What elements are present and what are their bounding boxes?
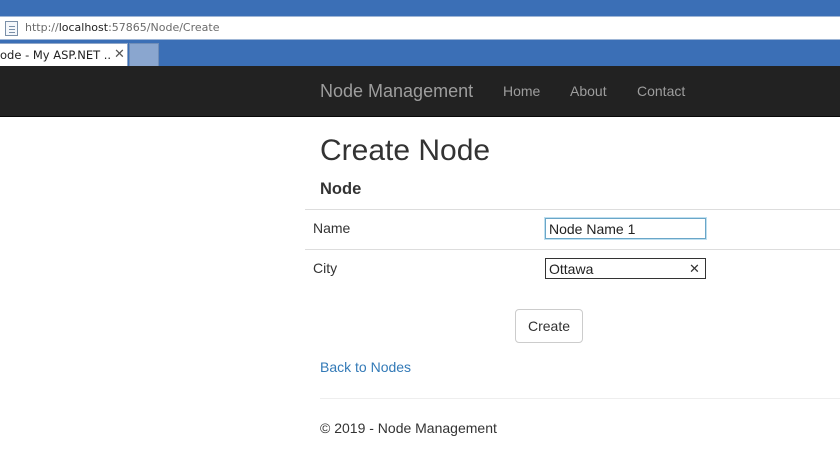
divider — [305, 249, 840, 250]
divider — [305, 209, 840, 210]
url-path: :57865/Node/Create — [108, 21, 220, 34]
navbar: Node Management Home About Contact — [0, 66, 840, 117]
new-tab-button[interactable] — [129, 43, 159, 66]
name-input[interactable] — [545, 218, 706, 239]
address-bar[interactable]: http://localhost:57865/Node/Create — [0, 16, 840, 40]
tab-title: ode - My ASP.NET ... — [0, 48, 110, 62]
city-input[interactable] — [545, 258, 706, 279]
section-title: Node — [320, 180, 362, 198]
navbar-brand[interactable]: Node Management — [320, 81, 473, 102]
footer-text: © 2019 - Node Management — [320, 420, 497, 436]
name-label: Name — [313, 220, 351, 236]
browser-tab[interactable]: ode - My ASP.NET ... ✕ — [0, 43, 128, 66]
page-title: Create Node — [320, 134, 491, 167]
create-button[interactable]: Create — [515, 309, 583, 343]
page-icon — [5, 21, 18, 36]
clear-input-icon[interactable]: ✕ — [689, 260, 700, 277]
url-host: localhost — [58, 21, 109, 34]
city-label: City — [313, 260, 338, 276]
close-icon[interactable]: ✕ — [114, 46, 125, 62]
footer-divider — [320, 398, 840, 399]
nav-link-about[interactable]: About — [570, 83, 607, 99]
nav-link-home[interactable]: Home — [503, 83, 540, 99]
url-text[interactable]: http://localhost:57865/Node/Create — [25, 21, 219, 34]
nav-link-contact[interactable]: Contact — [637, 83, 685, 99]
back-to-nodes-link[interactable]: Back to Nodes — [320, 359, 411, 375]
url-prefix: http:// — [25, 21, 59, 34]
